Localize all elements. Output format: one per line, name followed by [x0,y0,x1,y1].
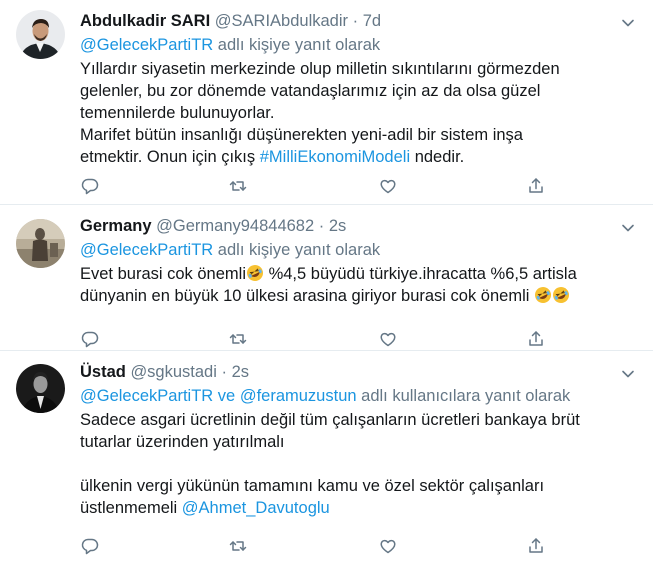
mention-link[interactable]: @Ahmet_Davutoglu [182,499,330,517]
reply-mention-link[interactable]: @GelecekPartiTR [80,387,213,405]
tweet-header: Üstad @sgkustadi · 2s [80,361,635,383]
share-icon[interactable] [526,176,546,196]
reply-suffix: adlı kişiye yanıt olarak [217,36,381,54]
tweet-line: dünyanin en büyük 10 ülkesi arasina giri… [80,285,635,307]
text-segment: Evet burasi cok önemli [80,265,246,283]
display-name[interactable]: Germany [80,217,152,235]
tweet-line: ülkenin vergi yükünün tamamını kamu ve ö… [80,477,545,495]
tweet-text: Evet burasi cok önemli %4,5 büyüdü türki… [80,263,635,307]
reply-icon[interactable] [80,176,100,196]
reply-connector: ve [217,387,236,405]
retweet-icon[interactable] [228,176,248,196]
reply-suffix: adlı kişiye yanıt olarak [217,241,381,259]
user-handle[interactable]: @Germany94844682 [156,217,314,235]
retweet-icon[interactable] [228,329,248,349]
like-icon[interactable] [378,536,398,556]
tweet-line: gelenler, bu zor dönemde vatandaşlarımız… [80,82,541,100]
chevron-down-icon[interactable] [621,14,635,28]
reply-suffix: adlı kullanıcılara yanıt olarak [361,387,571,405]
text-segment: %4,5 büyüdü türkiye.ihracatta %6,5 artis… [264,265,577,283]
tweet[interactable]: Abdulkadir SARI @SARIAbdulkadir · 7d @Ge… [0,0,653,205]
tweet-header: Germany @Germany94844682 · 2s [80,215,635,237]
tweet-line: Evet burasi cok önemli %4,5 büyüdü türki… [80,263,635,285]
timestamp[interactable]: 2s [232,363,249,381]
chevron-down-icon[interactable] [621,365,635,379]
tweet[interactable]: Germany @Germany94844682 · 2s @GelecekPa… [0,205,653,351]
display-name[interactable]: Üstad [80,363,126,381]
tweet-feed: Abdulkadir SARI @SARIAbdulkadir · 7d @Ge… [0,0,653,563]
retweet-icon[interactable] [228,536,248,556]
reply-mention-link[interactable]: @GelecekPartiTR [80,241,213,259]
like-icon[interactable] [378,329,398,349]
tweet-actions [80,536,543,556]
avatar[interactable] [16,364,65,413]
tweet-line: Sadece asgari ücretlinin değil tüm çalış… [80,411,580,429]
separator-dot: · [221,363,228,381]
timestamp[interactable]: 7d [363,12,381,30]
text-segment: dünyanin en büyük 10 ülkesi arasina giri… [80,287,534,305]
reply-icon[interactable] [80,536,100,556]
reply-context: @GelecekPartiTR adlı kişiye yanıt olarak [80,34,635,57]
tweet-header: Abdulkadir SARI @SARIAbdulkadir · 7d [80,10,635,32]
user-handle[interactable]: @SARIAbdulkadir [215,12,348,30]
tweet-actions [80,329,543,349]
tweet-line: Marifet bütün insanlığı düşünerekten yen… [80,126,523,144]
chevron-down-icon[interactable] [621,219,635,233]
tweet-actions [80,176,543,196]
user-handle[interactable]: @sgkustadi [130,363,216,381]
display-name[interactable]: Abdulkadir SARI [80,12,210,30]
timestamp[interactable]: 2s [329,217,346,235]
separator-dot: · [352,12,359,30]
share-icon[interactable] [526,329,546,349]
rolling-on-floor-laughing-emoji [247,265,263,281]
hashtag-link[interactable]: #MilliEkonomiModeli [260,148,410,166]
separator-dot: · [318,217,325,235]
tweet-line: Yıllardır siyasetin merkezinde olup mill… [80,60,560,78]
tweet-text: Sadece asgari ücretlinin değil tüm çalış… [80,409,635,519]
tweet[interactable]: Üstad @sgkustadi · 2s @GelecekPartiTR ve… [0,351,653,563]
reply-mention-link[interactable]: @feramuzustun [240,387,357,405]
text-segment: ndedir. [410,148,465,166]
tweet-line: tutarlar üzerinden yatırılmalı [80,433,285,451]
rolling-on-floor-laughing-emoji [535,287,551,303]
like-icon[interactable] [378,176,398,196]
reply-context: @GelecekPartiTR adlı kişiye yanıt olarak [80,239,635,262]
text-segment: etmektir. Onun için çıkış [80,148,260,166]
tweet-line: üstlenmemeli @Ahmet_Davutoglu [80,497,635,519]
tweet-line: etmektir. Onun için çıkış #MilliEkonomiM… [80,146,635,168]
reply-mention-link[interactable]: @GelecekPartiTR [80,36,213,54]
avatar[interactable] [16,219,65,268]
avatar[interactable] [16,10,65,59]
share-icon[interactable] [526,536,546,556]
rolling-on-floor-laughing-emoji [553,287,569,303]
reply-icon[interactable] [80,329,100,349]
tweet-line: temennilerde bulunuyorlar. [80,104,275,122]
text-segment: üstlenmemeli [80,499,182,517]
reply-context: @GelecekPartiTR ve @feramuzustun adlı ku… [80,385,635,408]
tweet-text: Yıllardır siyasetin merkezinde olup mill… [80,58,635,168]
